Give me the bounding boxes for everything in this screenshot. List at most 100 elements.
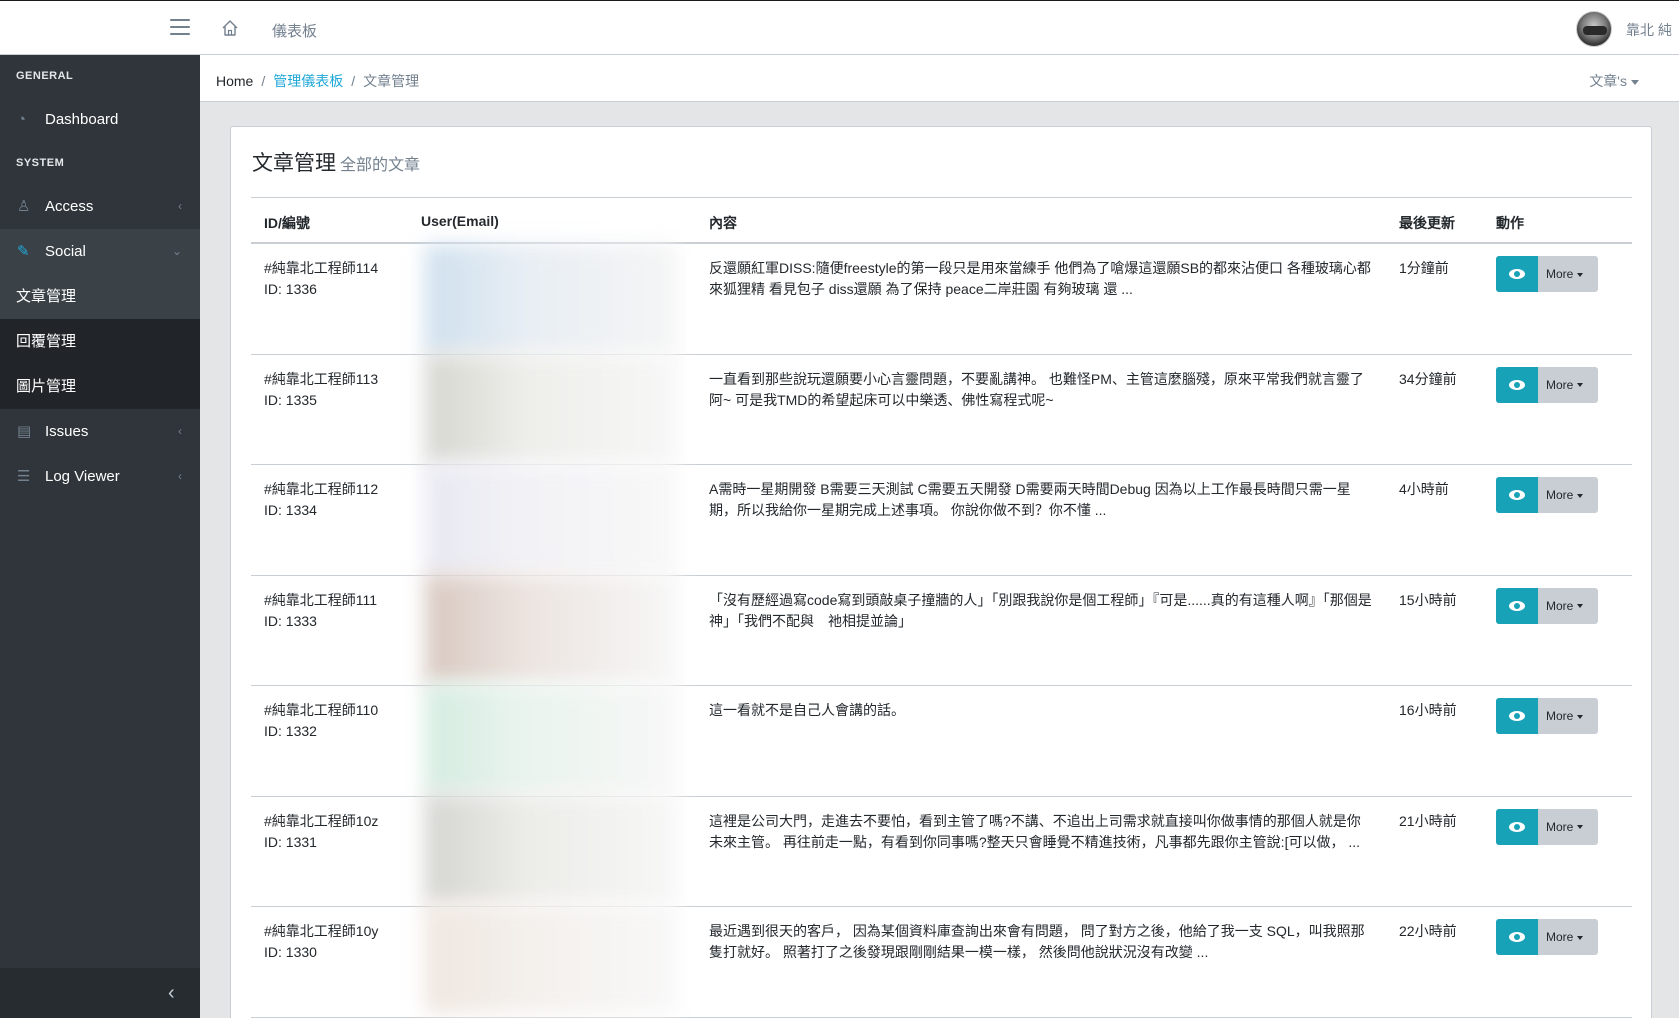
eye-icon	[1509, 379, 1525, 390]
table-row: #純靠北工程師112 ID: 1334 A需時一星期開發 B需要三天測試 C需要五天…	[251, 465, 1632, 576]
caret-down-icon	[1577, 935, 1584, 940]
home-icon[interactable]	[220, 18, 240, 38]
page-title: 文章管理 全部的文章	[252, 152, 421, 175]
row-id-cell: #純靠北工程師10y ID: 1330	[264, 921, 424, 963]
sidebar-item-articles[interactable]: 文章管理	[0, 274, 200, 319]
sidebar-item-label: Social	[45, 243, 86, 260]
sidebar-item-label: Dashboard	[45, 111, 119, 128]
view-button[interactable]	[1496, 256, 1538, 292]
eye-icon	[1509, 821, 1525, 832]
row-updated: 22小時前	[1399, 923, 1457, 939]
header-content: 內容	[709, 215, 737, 231]
sidebar-item-social[interactable]: ✎ Social ⌄	[0, 229, 200, 274]
caret-down-icon	[1577, 825, 1584, 830]
row-content: 「沒有歷經過寫code寫到頭敲桌子撞牆的人」「別跟我說你是個工程師」『可是...…	[709, 591, 1372, 629]
sidebar-item-issues[interactable]: ▤ Issues ‹	[0, 409, 200, 454]
sidebar-item-images[interactable]: 圖片管理	[0, 364, 200, 409]
more-dropdown-button[interactable]: More	[1538, 808, 1598, 845]
view-button[interactable]	[1496, 477, 1538, 513]
breadcrumb-admin-dashboard[interactable]: 管理儀表板	[273, 73, 343, 89]
row-id-cell: #純靠北工程師114 ID: 1336	[264, 258, 424, 300]
sidebar-minimizer[interactable]: ‹	[0, 968, 200, 1018]
more-dropdown-button[interactable]: More	[1538, 256, 1598, 292]
row-id-cell: #純靠北工程師113 ID: 1335	[264, 369, 424, 411]
view-button[interactable]	[1496, 919, 1538, 955]
header-nav-dashboard[interactable]: 儀表板	[272, 20, 317, 41]
row-updated: 34分鐘前	[1399, 370, 1457, 387]
sidebar-item-log-viewer[interactable]: ☰ Log Viewer ‹	[0, 454, 200, 499]
caret-down-icon	[1577, 383, 1584, 388]
view-button[interactable]	[1496, 366, 1538, 403]
eye-icon	[1509, 711, 1525, 721]
row-content: A需時一星期開發 B需要三天測試 C需要五天開發 D需要兩天時間Debug 因為…	[709, 481, 1351, 518]
articles-table: ID/編號 User(Email) 內容 最後更新 動作 #純靠北工程師114 I…	[251, 197, 1632, 1018]
breadcrumb-dropdown[interactable]: 文章's	[1589, 71, 1639, 91]
sidebar-title-system: SYSTEM	[16, 157, 65, 169]
row-id: ID: 1334	[264, 502, 317, 518]
row-content: 這裡是公司大門，走進去不要怕，看到主管了嗎?不講、不追出上司需求就直接叫你做事情…	[709, 812, 1361, 850]
table-row: #純靠北工程師10z ID: 1331 這裡是公司大門，走進去不要怕，看到主管了嗎?…	[251, 797, 1632, 907]
row-updated: 1分鐘前	[1399, 260, 1449, 276]
table-row: #純靠北工程師111 ID: 1333 「沒有歷經過寫code寫到頭敲桌子撞牆的人」…	[251, 576, 1632, 686]
sidebar-item-replies[interactable]: 回覆管理	[0, 319, 200, 364]
edit-icon: ✎	[17, 243, 30, 260]
caret-down-icon	[1631, 79, 1639, 85]
comment-icon: ▤	[17, 423, 32, 440]
sidebar-item-access[interactable]: ♙ Access ‹	[0, 184, 200, 229]
sidebar-item-label: Log Viewer	[45, 468, 120, 485]
row-content: 最近遇到很天的客戶， 因為某個資料庫查詢出來會有問題， 問了對方之後，他給了我一…	[709, 923, 1365, 960]
more-dropdown-button[interactable]: More	[1538, 366, 1598, 403]
speedometer-icon: ◔	[17, 111, 27, 128]
more-dropdown-button[interactable]: More	[1538, 919, 1598, 955]
chevron-left-icon: ‹	[178, 469, 182, 483]
table-row: #純靠北工程師10y ID: 1330 最近遇到很天的客戶， 因為某個資料庫查詢出來…	[251, 907, 1632, 1018]
table-row: #純靠北工程師110 ID: 1332 這一看就不是自己人會講的話。 16小時前 Mor…	[251, 686, 1632, 797]
row-id-cell: #純靠北工程師112 ID: 1334	[264, 479, 424, 521]
eye-icon	[1509, 932, 1525, 942]
row-updated: 15小時前	[1399, 591, 1457, 608]
avatar[interactable]	[1576, 11, 1612, 47]
sidebar-item-dashboard[interactable]: ◔ Dashboard	[0, 97, 200, 142]
table-header: ID/編號 User(Email) 內容 最後更新 動作	[251, 197, 1632, 244]
username[interactable]: 靠北 純	[1626, 20, 1672, 40]
view-button[interactable]	[1496, 808, 1538, 845]
sidebar-item-label: Issues	[45, 423, 89, 440]
more-dropdown-button[interactable]: More	[1538, 587, 1598, 624]
row-id: ID: 1333	[264, 612, 317, 629]
row-id: ID: 1336	[264, 281, 317, 297]
sidebar-title-general: GENERAL	[16, 70, 74, 82]
row-content: 一直看到那些說玩還願要小心言靈問題，不要亂講神。 也難怪PM、主管這麼腦殘，原來…	[709, 370, 1364, 408]
eye-icon	[1509, 269, 1525, 279]
row-id-cell: #純靠北工程師110 ID: 1332	[264, 700, 424, 742]
row-tag: #純靠北工程師10z	[264, 812, 379, 829]
chevron-left-icon: ‹	[178, 424, 182, 438]
row-tag: #純靠北工程師110	[264, 702, 379, 718]
caret-down-icon	[1577, 714, 1584, 719]
row-id: ID: 1331	[264, 833, 317, 850]
row-updated: 21小時前	[1399, 812, 1457, 829]
view-button[interactable]	[1496, 698, 1538, 734]
top-header: 儀表板 靠北 純	[0, 0, 1679, 55]
header-user: User(Email)	[421, 213, 499, 229]
chevron-left-icon[interactable]: ‹	[168, 982, 175, 1005]
row-id: ID: 1335	[264, 391, 317, 408]
user-icon: ♙	[17, 198, 31, 215]
row-id-cell: #純靠北工程師10z ID: 1331	[264, 811, 424, 853]
chevron-down-icon: ⌄	[171, 244, 182, 258]
more-dropdown-button[interactable]: More	[1538, 698, 1598, 734]
chevron-left-icon: ‹	[178, 199, 182, 213]
row-updated: 4小時前	[1399, 481, 1449, 497]
list-icon: ☰	[17, 468, 31, 485]
row-id: ID: 1332	[264, 723, 317, 739]
breadcrumb-home[interactable]: Home	[216, 73, 253, 89]
caret-down-icon	[1577, 272, 1584, 277]
more-dropdown-button[interactable]: More	[1538, 477, 1598, 513]
table-row: #純靠北工程師114 ID: 1336 反還願紅軍DISS:隨便freestyle的…	[251, 244, 1632, 355]
row-content: 這一看就不是自己人會講的話。	[709, 702, 905, 718]
table-row: #純靠北工程師113 ID: 1335 一直看到那些說玩還願要小心言靈問題，不要亂講…	[251, 355, 1632, 465]
row-id-cell: #純靠北工程師111 ID: 1333	[264, 590, 424, 632]
view-button[interactable]	[1496, 587, 1538, 624]
hamburger-menu-icon[interactable]	[170, 19, 190, 37]
header-id: ID/編號	[264, 215, 310, 231]
page-subtitle: 全部的文章	[340, 157, 421, 174]
